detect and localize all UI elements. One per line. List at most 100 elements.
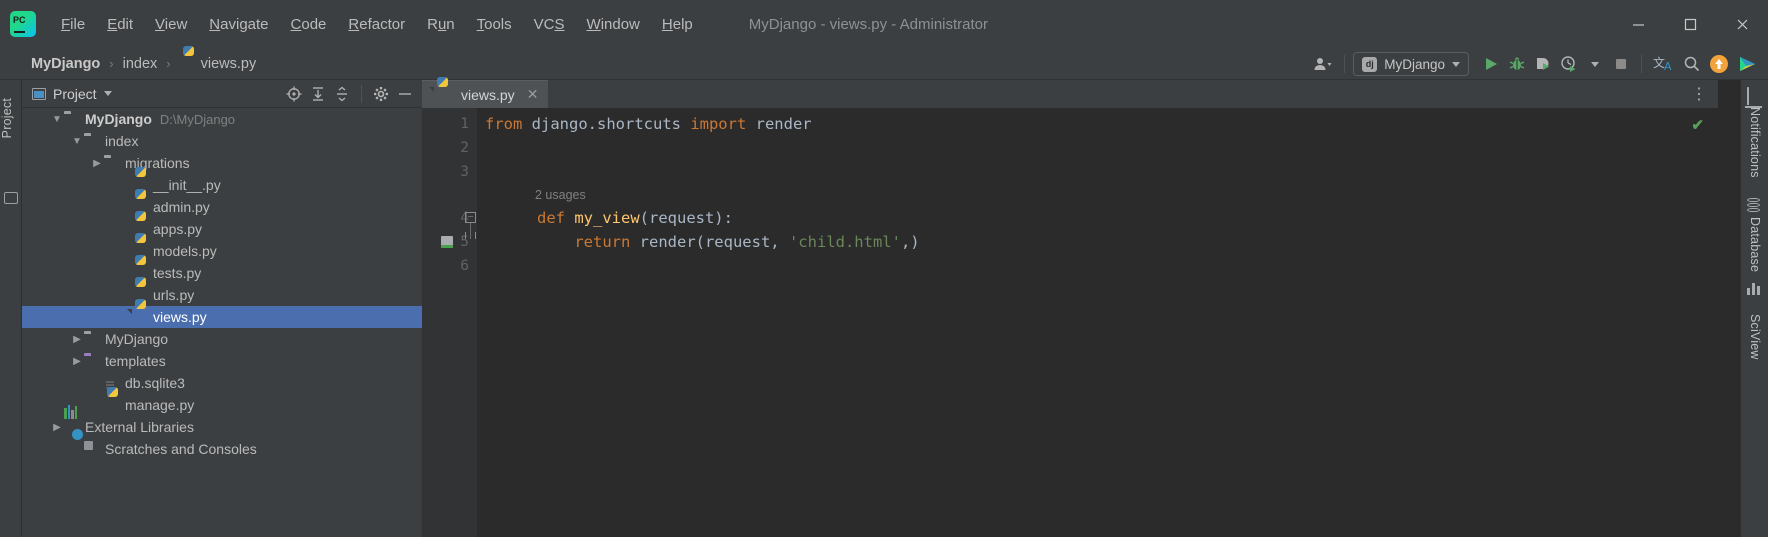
breadcrumb-item-index[interactable]: index bbox=[120, 54, 161, 74]
tab-views-py[interactable]: views.py ✕ bbox=[422, 80, 549, 108]
profile-button[interactable] bbox=[1557, 52, 1581, 76]
menu-view[interactable]: View bbox=[144, 12, 198, 37]
chevron-right-icon[interactable]: ▶ bbox=[90, 152, 104, 174]
minimize-icon bbox=[1632, 23, 1644, 26]
stripe-button-database[interactable]: Database bbox=[1741, 198, 1768, 272]
expand-all-button[interactable] bbox=[307, 83, 329, 105]
inlay-hint-usages[interactable]: 2 usages bbox=[477, 184, 1718, 206]
gear-icon bbox=[374, 86, 388, 101]
tree-node-tests-py[interactable]: tests.py bbox=[22, 262, 422, 284]
menu-code[interactable]: Code bbox=[280, 12, 338, 37]
collapse-all-button[interactable] bbox=[331, 83, 353, 105]
chevron-right-icon[interactable]: ▶ bbox=[70, 328, 84, 350]
tree-node-db-sqlite3[interactable]: db.sqlite3 bbox=[22, 372, 422, 394]
tree-node-init-py[interactable]: __init__.py bbox=[22, 174, 422, 196]
tree-node-manage-py[interactable]: manage.py bbox=[22, 394, 422, 416]
source-folder-icon bbox=[84, 133, 100, 149]
window-title: MyDjango - views.py - Administrator bbox=[748, 15, 989, 33]
debug-button[interactable] bbox=[1505, 52, 1529, 76]
run-with-coverage-button[interactable] bbox=[1531, 52, 1555, 76]
tree-node-label: manage.py bbox=[125, 397, 195, 413]
token-call: render(request, bbox=[639, 233, 789, 251]
structure-icon[interactable] bbox=[4, 192, 18, 204]
stripe-button-sciview[interactable]: SciView bbox=[1741, 283, 1768, 360]
stripe-button-notifications[interactable]: Notifications bbox=[1741, 87, 1768, 178]
minimize-button[interactable] bbox=[1612, 0, 1664, 48]
stripe-label: Database bbox=[1748, 217, 1762, 273]
editor-gutter[interactable]: 1 2 3 4 5 6 bbox=[422, 108, 477, 537]
tree-node-scratches-and-consoles[interactable]: Scratches and Consoles bbox=[22, 438, 422, 460]
run-button[interactable] bbox=[1479, 52, 1503, 76]
tree-node-label: index bbox=[105, 133, 139, 149]
menu-tools[interactable]: Tools bbox=[466, 12, 523, 37]
target-icon bbox=[286, 86, 302, 101]
menu-navigate[interactable]: Navigate bbox=[198, 12, 279, 37]
arrow-up-icon bbox=[1710, 55, 1728, 73]
navigation-bar: MyDjango › index › views.py dj MyDjango bbox=[0, 48, 1768, 80]
toolbar-separator bbox=[361, 84, 362, 103]
tree-node-mydjango-root[interactable]: ▼ MyDjango D:\MyDjango bbox=[22, 108, 422, 130]
menu-vcs[interactable]: VCS bbox=[523, 12, 576, 37]
user-account-button[interactable] bbox=[1310, 52, 1336, 76]
tree-node-index[interactable]: ▼ index bbox=[22, 130, 422, 152]
stripe-button-project[interactable]: Project bbox=[0, 94, 22, 142]
fold-collapse-icon[interactable]: – bbox=[465, 212, 476, 223]
toolbar-separator bbox=[1344, 55, 1346, 73]
tree-node-label: External Libraries bbox=[85, 419, 194, 435]
translate-button[interactable]: 文 A bbox=[1650, 52, 1678, 76]
editor-area: views.py ✕ ⋮ 1 2 3 4 5 6 ✔ from django.s… bbox=[422, 80, 1718, 537]
run-gutter-icon[interactable] bbox=[441, 230, 453, 254]
stop-button[interactable] bbox=[1609, 52, 1633, 76]
tree-node-urls-py[interactable]: urls.py bbox=[22, 284, 422, 306]
token-function-name: my_view bbox=[574, 209, 640, 227]
tree-node-admin-py[interactable]: admin.py bbox=[22, 196, 422, 218]
tree-node-label: urls.py bbox=[153, 287, 195, 303]
menu-file[interactable]: File bbox=[50, 12, 96, 37]
tree-node-label: views.py bbox=[153, 309, 207, 325]
search-icon bbox=[1684, 56, 1700, 72]
tree-node-mydjango-package[interactable]: ▶ MyDjango bbox=[22, 328, 422, 350]
project-tool-window: Project ▼ MyDjango D:\MyDjango ▼ index ▶… bbox=[22, 80, 422, 537]
profile-dropdown-button[interactable] bbox=[1583, 52, 1607, 76]
run-configuration-selector[interactable]: dj MyDjango bbox=[1353, 52, 1469, 76]
menu-help[interactable]: Help bbox=[651, 12, 704, 37]
maximize-button[interactable] bbox=[1664, 0, 1716, 48]
menu-edit[interactable]: Edit bbox=[96, 12, 144, 37]
breadcrumb-item-file[interactable]: views.py bbox=[177, 54, 260, 74]
tree-node-views-py[interactable]: views.py bbox=[22, 306, 422, 328]
chevron-down-icon[interactable]: ▼ bbox=[70, 130, 84, 152]
tree-node-apps-py[interactable]: apps.py bbox=[22, 218, 422, 240]
select-opened-file-button[interactable] bbox=[283, 83, 305, 105]
menu-window[interactable]: Window bbox=[576, 12, 651, 37]
updates-button[interactable] bbox=[1706, 52, 1732, 76]
menu-refactor[interactable]: Refactor bbox=[337, 12, 416, 37]
search-everywhere-button[interactable] bbox=[1680, 52, 1704, 76]
hide-panel-button[interactable] bbox=[394, 83, 416, 105]
code-line-1: from django.shortcuts import render bbox=[477, 112, 1718, 136]
project-tree[interactable]: ▼ MyDjango D:\MyDjango ▼ index ▶ migrati… bbox=[22, 108, 422, 537]
database-icon bbox=[1747, 198, 1763, 214]
close-button[interactable] bbox=[1716, 0, 1768, 48]
breadcrumb-item-project[interactable]: MyDjango bbox=[28, 54, 103, 74]
stripe-label: Notifications bbox=[1748, 107, 1762, 178]
menu-run[interactable]: Run bbox=[416, 12, 466, 37]
token-string: 'child.html' bbox=[788, 233, 901, 251]
ide-assistant-button[interactable] bbox=[1734, 52, 1762, 76]
tree-node-templates[interactable]: ▶ templates bbox=[22, 350, 422, 372]
code-text-area[interactable]: ✔ from django.shortcuts import render 2 … bbox=[465, 108, 1718, 537]
tree-node-models-py[interactable]: models.py bbox=[22, 240, 422, 262]
more-options-icon[interactable]: ⋮ bbox=[1691, 84, 1708, 104]
line-number: 2 bbox=[460, 140, 469, 156]
tree-node-label: MyDjango bbox=[85, 111, 152, 127]
project-panel-toolbar bbox=[283, 83, 422, 105]
chevron-down-icon[interactable]: ▼ bbox=[50, 108, 64, 130]
close-tab-icon[interactable]: ✕ bbox=[527, 86, 539, 103]
chevron-right-icon[interactable]: ▶ bbox=[50, 416, 64, 438]
tree-node-migrations[interactable]: ▶ migrations bbox=[22, 152, 422, 174]
project-settings-button[interactable] bbox=[370, 83, 392, 105]
assistant-icon bbox=[1740, 57, 1755, 71]
chevron-right-icon[interactable]: ▶ bbox=[70, 350, 84, 372]
project-view-dropdown[interactable] bbox=[97, 83, 119, 105]
code-editor[interactable]: 1 2 3 4 5 6 ✔ from django.shortcuts impo… bbox=[422, 108, 1718, 537]
